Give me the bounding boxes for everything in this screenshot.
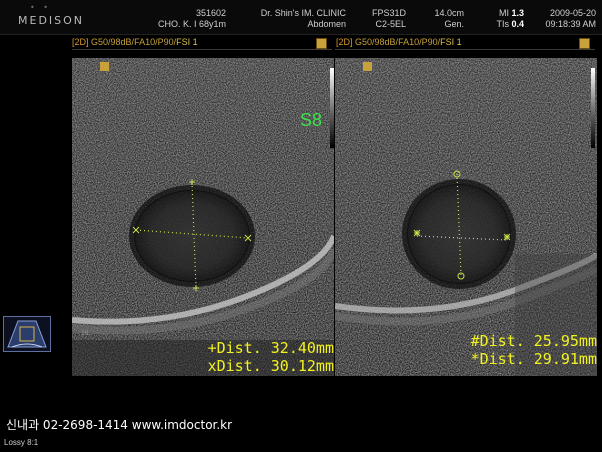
manufacturer-logo: MEDISON [18,14,85,27]
panel-right-fsi: FSI 1 [440,37,462,47]
segment-label: S8 [300,110,323,130]
panel-left-fsi: FSI 1 [176,37,198,47]
measurement-line: *Dist. 29.91mm [470,350,597,368]
tis-label: TIs [496,19,509,29]
orientation-marker-icon [100,62,109,71]
header-bar: • • MEDISON 351602 CHO. K. I 68y1m Dr. S… [0,0,602,35]
depth-mode: Gen. [444,19,464,29]
exam-date: 2009-05-20 [549,8,596,18]
mi-label: MI [498,8,509,18]
panel-left-badge-icon [316,38,327,49]
measurement-line: xDist. 30.12mm [207,357,334,375]
exam-type: Abdomen [307,19,346,29]
depth-info: 14.0cm Gen. [412,8,464,30]
panel-left-header: [2D] G50/98dB/FA10/P90/FSI 1 [72,36,198,48]
patient-info: 351602 CHO. K. I 68y1m [150,8,226,30]
measurement-readout-right: #Dist. 25.95mm *Dist. 29.91mm [451,332,597,368]
clinic-info: Dr. Shin's IM. CLINIC Abdomen [232,8,346,30]
ultrasound-image-right[interactable]: #Dist. 25.95mm *Dist. 29.91mm [335,58,597,376]
tis-value: 0.4 [511,19,524,29]
convex-probe-icon [7,320,47,348]
panel-left-settings: G50/98dB/FA10/P90/ [91,37,177,47]
panel-right-settings: G50/98dB/FA10/P90/ [355,37,441,47]
preset-name: FPS31D [371,8,406,18]
probe-thumbnail[interactable] [3,316,51,352]
physician-name: Dr. Shin's IM. CLINIC [260,8,346,18]
compression-label: Lossy 8:1 [4,438,39,447]
measurement-readout-left: +Dist. 32.40mm xDist. 30.12mm [190,339,334,375]
probe-info: FPS31D C2-5EL [352,8,406,30]
patient-id: 351602 [195,8,226,18]
panel-right-mode: [2D] [336,37,353,47]
panel-left-mode: [2D] [72,37,89,47]
ultrasound-scan-right [335,58,597,376]
gray-scale-bar [330,68,334,148]
measurement-line: #Dist. 25.95mm [470,332,597,350]
logo-dots: • • [30,3,51,12]
index-info: MI 1.3 TIs 0.4 [468,8,524,30]
panel-right-divider [335,49,595,50]
probe-name: C2-5EL [375,19,406,29]
panel-left-divider [72,49,332,50]
clinic-contact: 신내과 02-2698-1414 www.imdoctor.kr [6,418,233,432]
panel-right-badge-icon [579,38,590,49]
measurement-line: +Dist. 32.40mm [207,339,334,357]
orientation-marker-icon [363,62,372,71]
ultrasound-image-left[interactable]: S8 10 +Dist. 32.40mm xDist. 30.12mm [72,58,334,376]
gray-scale-bar [591,68,595,148]
ultrasound-scan-left [72,58,334,376]
patient-name-age: CHO. K. I 68y1m [157,19,226,29]
depth-value: 14.0cm [434,8,464,18]
panel-right-header: [2D] G50/98dB/FA10/P90/FSI 1 [336,36,462,48]
mi-value: 1.3 [511,8,524,18]
depth-marker: 10 [81,330,89,337]
exam-time: 09:18:39 AM [545,19,596,29]
datetime-info: 2009-05-20 09:18:39 AM [528,8,596,30]
